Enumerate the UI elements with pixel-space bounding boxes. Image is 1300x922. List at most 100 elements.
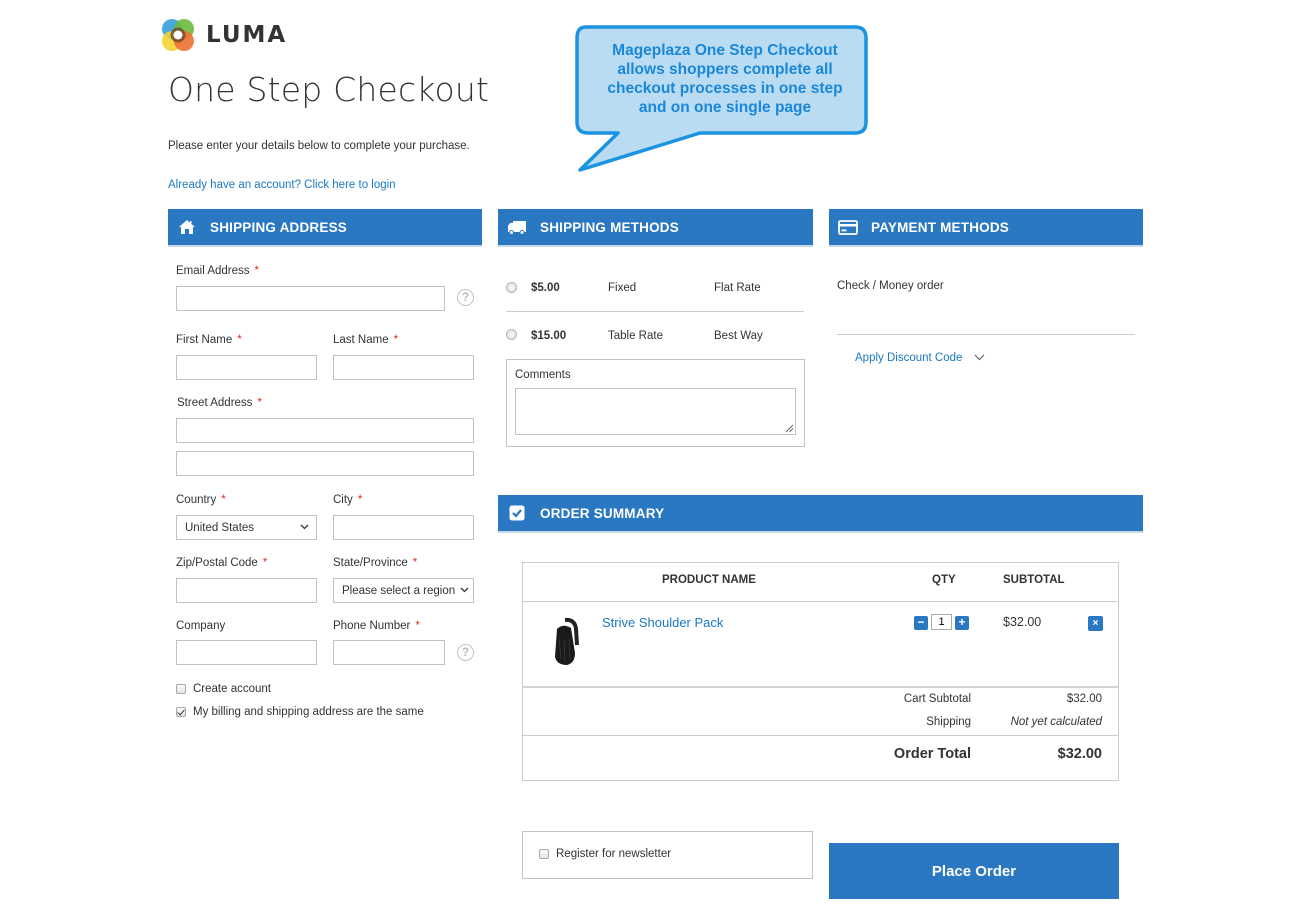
discount-link-text: Apply Discount Code [855, 352, 963, 364]
label-text: Phone Number [333, 620, 411, 632]
divider [523, 601, 1118, 602]
shipping-price: $5.00 [531, 282, 560, 294]
truck-icon [506, 216, 528, 238]
promo-callout: Mageplaza One Step Checkout allows shopp… [570, 22, 875, 177]
label-text: Country [176, 494, 217, 506]
column-header-qty: Qty [932, 574, 956, 586]
apply-discount-code-toggle[interactable]: Apply Discount Code [855, 352, 985, 364]
page-title: One Step Checkout [168, 70, 490, 109]
required-marker: * [257, 397, 262, 409]
shipping-methods-header: Shipping Methods [498, 209, 813, 247]
email-input[interactable] [176, 286, 445, 311]
qty-input[interactable]: 1 [931, 614, 952, 630]
column-header-subtotal: Subtotal [1003, 574, 1065, 586]
order-summary-header: Order Summary [498, 495, 1143, 533]
label-text: City [333, 494, 353, 506]
label-text: Email Address [176, 265, 250, 277]
company-input[interactable] [176, 640, 317, 665]
home-icon [176, 216, 198, 238]
divider [523, 686, 1118, 688]
state-value: Please select a region [342, 584, 456, 597]
help-icon[interactable]: ? [457, 644, 474, 661]
city-label: City * [333, 494, 362, 506]
callout-line: and on one single page [638, 99, 812, 116]
order-total-value: $32.00 [1057, 746, 1102, 762]
phone-label: Phone Number * [333, 620, 420, 632]
order-total-label: Order Total [893, 746, 971, 762]
cart-subtotal-value: $32.00 [1066, 693, 1102, 705]
company-label: Company [176, 620, 225, 632]
zip-input[interactable] [176, 578, 317, 603]
required-marker: * [412, 557, 418, 569]
callout-text: Mageplaza One Step Checkout allows shopp… [580, 41, 870, 117]
chevron-down-icon [974, 355, 985, 361]
street-label: Street Address * [177, 397, 262, 409]
city-input[interactable] [333, 515, 474, 540]
backpack-image [555, 617, 579, 665]
divider [523, 735, 1118, 736]
country-value: United States [185, 521, 255, 534]
zip-label: Zip/Postal Code * [176, 557, 267, 569]
required-marker: * [393, 334, 399, 346]
shipping-carrier: Best Way [714, 330, 763, 342]
section-title: Shipping Methods [540, 219, 679, 235]
shipping-carrier: Flat Rate [714, 282, 761, 294]
newsletter-label[interactable]: Register for newsletter [556, 848, 671, 860]
comments-textarea[interactable] [515, 388, 796, 435]
first-name-label: First Name * [176, 334, 242, 346]
street-line2-input[interactable] [176, 451, 474, 476]
billing-same-checkbox[interactable] [176, 707, 186, 717]
place-order-button[interactable]: Place Order [829, 843, 1119, 899]
billing-same-label[interactable]: My billing and shipping address are the … [193, 706, 424, 718]
shipping-method: Fixed [608, 282, 637, 294]
divider [506, 311, 804, 312]
remove-item-button[interactable]: × [1088, 616, 1103, 631]
luma-logo-icon [162, 19, 194, 51]
payment-method-check-money-order[interactable]: Check / Money order [837, 280, 944, 292]
country-select[interactable]: United States [176, 515, 317, 540]
comments-label: Comments [515, 369, 571, 381]
first-name-input[interactable] [176, 355, 317, 380]
street-line1-input[interactable] [176, 418, 474, 443]
item-subtotal: $32.00 [1003, 615, 1042, 629]
product-image[interactable] [545, 615, 585, 670]
required-marker: * [357, 494, 363, 506]
divider [837, 334, 1135, 335]
shipping-method: Table Rate [608, 330, 663, 342]
section-title: Order Summary [540, 505, 665, 521]
resize-grip-icon[interactable] [785, 424, 794, 433]
qty-decrease-button[interactable]: − [914, 616, 928, 630]
state-label: State/Province * [333, 557, 417, 569]
required-marker: * [254, 265, 259, 277]
callout-line: allows shoppers complete all [617, 61, 833, 78]
shipping-address-header: Shipping Address [168, 209, 482, 247]
label-text: State/Province [333, 557, 408, 569]
login-link[interactable]: Already have an account? Click here to l… [168, 179, 396, 191]
cart-subtotal-label: Cart Subtotal [903, 693, 971, 705]
state-select[interactable]: Please select a region [333, 578, 474, 603]
phone-input[interactable] [333, 640, 445, 665]
create-account-checkbox[interactable] [176, 684, 186, 694]
luma-logo[interactable]: LUMA [160, 17, 285, 53]
qty-increase-button[interactable]: + [955, 616, 969, 630]
product-name-link[interactable]: Strive Shoulder Pack [602, 615, 723, 630]
last-name-label: Last Name * [333, 334, 398, 346]
newsletter-checkbox[interactable] [539, 849, 549, 859]
callout-line: checkout processes in one step [607, 80, 843, 97]
callout-line: Mageplaza One Step Checkout [612, 42, 838, 59]
chevron-down-icon [300, 524, 309, 530]
label-text: First Name [176, 334, 233, 346]
section-title: Payment Methods [871, 219, 1010, 235]
shipping-radio-flat-rate[interactable] [506, 282, 517, 293]
email-label: Email Address * [176, 265, 259, 277]
credit-card-icon [837, 216, 859, 238]
required-marker: * [262, 557, 268, 569]
label-text: Company [176, 620, 226, 632]
create-account-label[interactable]: Create account [193, 683, 271, 695]
last-name-input[interactable] [333, 355, 474, 380]
country-label: Country * [176, 494, 226, 506]
shipping-total-label: Shipping [926, 716, 971, 728]
brand-name: LUMA [206, 22, 288, 48]
help-icon[interactable]: ? [457, 289, 474, 306]
shipping-radio-best-way[interactable] [506, 329, 517, 340]
